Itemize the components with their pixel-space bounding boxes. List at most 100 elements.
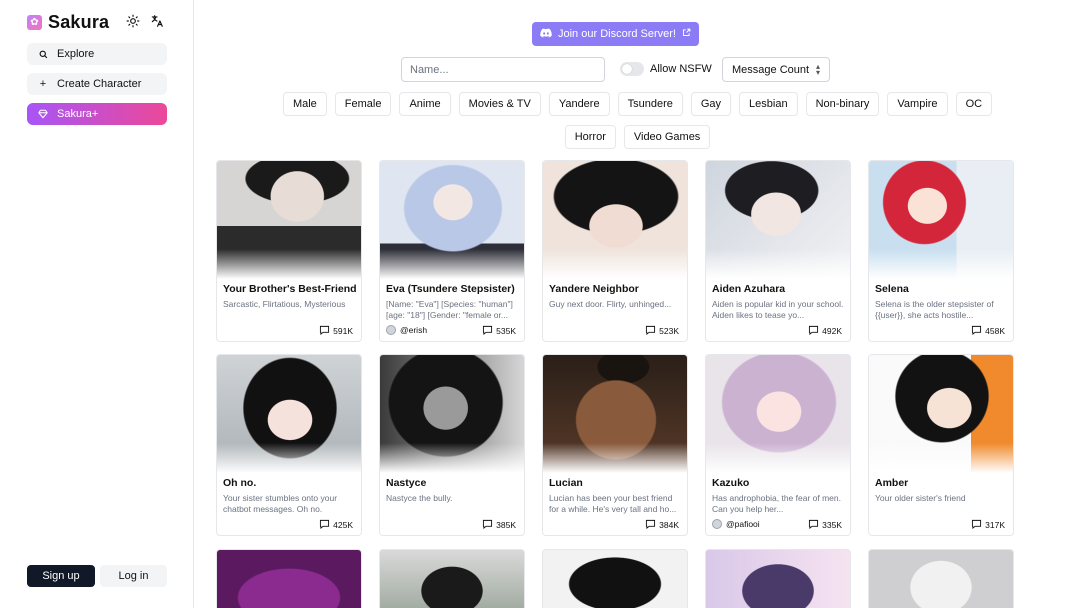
message-count: 492K — [808, 325, 842, 337]
character-avatar-image — [869, 355, 1013, 473]
creator-handle: @erish — [400, 325, 428, 335]
character-card[interactable] — [868, 549, 1014, 608]
sidebar-item-sakura-plus[interactable]: Sakura+ — [27, 103, 167, 125]
card-footer: 385K — [386, 519, 516, 531]
name-search-input[interactable] — [401, 57, 605, 82]
card-footer: 523K — [549, 325, 679, 337]
sidebar-item-label: Create Character — [57, 78, 142, 90]
sort-select[interactable]: Message Count ▴ ▾ — [722, 57, 830, 82]
character-description: Your older sister's friend — [875, 493, 966, 503]
tag-gay[interactable]: Gay — [690, 92, 732, 116]
brand[interactable]: ✿ Sakura — [27, 12, 109, 33]
sort-value: Message Count — [732, 63, 810, 76]
character-description: Guy next door. Flirty, unhinged... — [549, 299, 672, 309]
card-footer: 384K — [549, 519, 679, 531]
tag-movies-tv[interactable]: Movies & TV — [458, 92, 541, 116]
discord-button[interactable]: Join our Discord Server! — [532, 22, 699, 46]
gem-icon — [38, 109, 48, 119]
message-count: 591K — [319, 325, 353, 337]
tag-horror[interactable]: Horror — [564, 125, 616, 149]
message-count: 425K — [319, 519, 353, 531]
card-footer: 591K — [223, 325, 353, 337]
card-footer: 317K — [875, 519, 1005, 531]
character-card[interactable] — [705, 549, 851, 608]
tag-non-binary[interactable]: Non-binary — [805, 92, 880, 116]
message-count-value: 492K — [822, 326, 842, 336]
character-description: Lucian has been your best friend for a w… — [549, 493, 677, 514]
creator-handle: @pafiooi — [726, 519, 760, 529]
character-name: Eva (Tsundere Stepsister) — [386, 283, 515, 295]
tag-yandere[interactable]: Yandere — [548, 92, 610, 116]
character-card[interactable]: Eva (Tsundere Stepsister) [Name: "Eva"] … — [379, 160, 525, 342]
card-footer: 492K — [712, 325, 842, 337]
character-card[interactable]: Amber Your older sister's friend 317K — [868, 354, 1014, 536]
message-count-value: 591K — [333, 326, 353, 336]
chat-bubble-icon — [482, 325, 493, 337]
character-card[interactable]: Aiden Azuhara Aiden is popular kid in yo… — [705, 160, 851, 342]
creator-link[interactable]: @pafiooi — [712, 519, 760, 529]
tag-oc[interactable]: OC — [955, 92, 993, 116]
card-footer: @erish 535K — [386, 325, 516, 337]
brand-name: Sakura — [48, 12, 110, 32]
external-link-icon — [682, 28, 691, 40]
message-count: 458K — [971, 325, 1005, 337]
character-description: Sarcastic, Flirtatious, Mysterious — [223, 299, 346, 309]
character-description: [Name: "Eva"] [Species: "human"] [age: "… — [386, 299, 513, 320]
language-icon[interactable] — [149, 13, 165, 29]
character-card[interactable]: Selena Selena is the older stepsister of… — [868, 160, 1014, 342]
message-count-value: 335K — [822, 520, 842, 530]
sidebar-item-create-character[interactable]: + Create Character — [27, 73, 167, 95]
character-card[interactable]: Lucian Lucian has been your best friend … — [542, 354, 688, 536]
tag-lesbian[interactable]: Lesbian — [739, 92, 798, 116]
chat-bubble-icon — [319, 519, 330, 531]
character-avatar-image — [869, 161, 1013, 279]
character-name: Selena — [875, 283, 909, 295]
search-icon — [38, 49, 48, 59]
tag-vampire[interactable]: Vampire — [887, 92, 948, 116]
creator-avatar — [712, 519, 722, 529]
character-card[interactable]: Nastyce Nastyce the bully. 385K — [379, 354, 525, 536]
character-description: Selena is the older stepsister of {{user… — [875, 299, 994, 320]
tag-anime[interactable]: Anime — [399, 92, 451, 116]
character-name: Your Brother's Best-Friend — [223, 283, 357, 295]
character-avatar-image — [217, 161, 361, 279]
character-name: Yandere Neighbor — [549, 283, 639, 295]
login-button[interactable]: Log in — [100, 565, 167, 587]
character-card[interactable]: Your Brother's Best-Friend Sarcastic, Fl… — [216, 160, 362, 342]
sidebar: ✿ Sakura Explore + Create Character Saku… — [0, 0, 194, 608]
character-card[interactable]: Yandere Neighbor Guy next door. Flirty, … — [542, 160, 688, 342]
character-description: Nastyce the bully. — [386, 493, 453, 503]
tag-video-games[interactable]: Video Games — [623, 125, 711, 149]
message-count-value: 317K — [985, 520, 1005, 530]
main-content: Join our Discord Server! Allow NSFW Mess… — [195, 0, 1080, 608]
character-card[interactable] — [542, 549, 688, 608]
nsfw-toggle[interactable] — [620, 62, 644, 76]
chat-bubble-icon — [645, 519, 656, 531]
chat-bubble-icon — [971, 519, 982, 531]
sidebar-item-label: Sakura+ — [57, 108, 99, 120]
message-count-value: 385K — [496, 520, 516, 530]
sidebar-item-explore[interactable]: Explore — [27, 43, 167, 65]
character-avatar-image — [380, 355, 524, 473]
card-footer: 425K — [223, 519, 353, 531]
character-description: Aiden is popular kid in your school. Aid… — [712, 299, 844, 320]
chat-bubble-icon — [971, 325, 982, 337]
character-card[interactable] — [379, 549, 525, 608]
tag-tsundere[interactable]: Tsundere — [617, 92, 683, 116]
message-count: 335K — [808, 519, 842, 531]
message-count: 535K — [482, 325, 516, 337]
character-description: Your sister stumbles onto your chatbot m… — [223, 493, 338, 514]
tag-female[interactable]: Female — [334, 92, 392, 116]
discord-label: Join our Discord Server! — [558, 28, 676, 40]
creator-link[interactable]: @erish — [386, 325, 427, 335]
character-grid: Your Brother's Best-Friend Sarcastic, Fl… — [216, 160, 1016, 536]
signup-button[interactable]: Sign up — [27, 565, 95, 587]
character-card[interactable]: Kazuko Has androphobia, the fear of men.… — [705, 354, 851, 536]
message-count: 523K — [645, 325, 679, 337]
card-footer: 458K — [875, 325, 1005, 337]
character-card[interactable]: Oh no. Your sister stumbles onto your ch… — [216, 354, 362, 536]
creator-avatar — [386, 325, 396, 335]
character-card[interactable] — [216, 549, 362, 608]
theme-toggle-sun-icon[interactable] — [125, 13, 141, 29]
tag-male[interactable]: Male — [282, 92, 327, 116]
